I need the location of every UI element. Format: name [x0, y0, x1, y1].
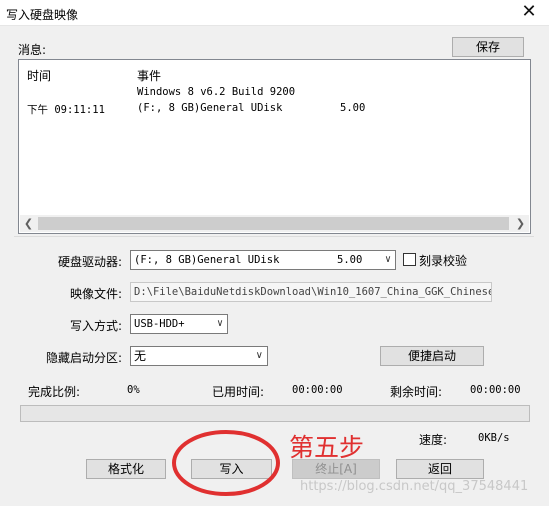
elapsed-label: 已用时间:	[212, 385, 265, 399]
remaining-value: 00:00:00	[470, 384, 521, 396]
method-select-value: USB-HDD+	[134, 318, 185, 330]
progress-bar	[20, 405, 530, 422]
message-log[interactable]: 时间 事件 Windows 8 v6.2 Build 9200 下午 09:11…	[18, 59, 531, 234]
elapsed-value: 00:00:00	[292, 384, 343, 396]
highlight-circle	[172, 430, 280, 496]
stop-button[interactable]: 终止[A]	[292, 459, 380, 479]
scroll-right-icon[interactable]: ❯	[512, 215, 529, 232]
log-header-event: 事件	[137, 69, 162, 83]
complete-value: 0%	[127, 384, 140, 396]
chevron-down-icon: ∨	[255, 350, 263, 361]
verify-label: 刻录校验	[419, 254, 468, 268]
verify-checkbox[interactable]	[403, 253, 416, 266]
log-row-time: 下午 09:11:11	[27, 104, 105, 116]
speed-value: 0KB/s	[478, 432, 510, 444]
complete-label: 完成比例:	[28, 385, 81, 399]
scrollbar-thumb[interactable]	[38, 217, 509, 230]
close-icon[interactable]: ✕	[519, 2, 539, 22]
window-title: 写入硬盘映像	[6, 8, 79, 22]
chevron-down-icon: ∨	[384, 254, 391, 265]
format-button[interactable]: 格式化	[86, 459, 166, 479]
message-label: 消息:	[18, 43, 47, 57]
horizontal-scrollbar[interactable]: ❮ ❯	[20, 215, 529, 232]
hidden-partition-select[interactable]: 无 ∨	[130, 346, 268, 366]
drive-select[interactable]: (F:, 8 GB)General UDisk 5.00 ∨	[130, 250, 396, 270]
remaining-label: 剩余时间:	[390, 385, 443, 399]
drive-select-size: 5.00	[337, 254, 363, 266]
image-file-field[interactable]: D:\File\BaiduNetdiskDownload\Win10_1607_…	[130, 282, 492, 302]
save-button[interactable]: 保存	[452, 37, 524, 57]
method-select[interactable]: USB-HDD+ ∨	[130, 314, 228, 334]
quick-boot-button[interactable]: 便捷启动	[380, 346, 484, 366]
chevron-down-icon: ∨	[216, 318, 223, 329]
hidden-partition-value: 无	[134, 349, 147, 363]
drive-label: 硬盘驱动器:	[58, 255, 123, 269]
speed-label: 速度:	[419, 433, 448, 447]
watermark-text: https://blog.csdn.net/qq_37548441	[300, 479, 529, 494]
log-row-value: 5.00	[340, 102, 366, 114]
image-label: 映像文件:	[70, 287, 123, 301]
drive-select-value: (F:, 8 GB)General UDisk	[134, 254, 280, 266]
log-row-event: (F:, 8 GB)General UDisk	[137, 102, 283, 114]
highlight-ellipse	[172, 430, 280, 496]
hidden-partition-label: 隐藏启动分区:	[46, 351, 123, 365]
log-header-time: 时间	[27, 69, 52, 83]
method-label: 写入方式:	[70, 319, 123, 333]
window-titlebar: 写入硬盘映像 ✕	[0, 0, 549, 26]
back-button[interactable]: 返回	[396, 459, 484, 479]
scroll-left-icon[interactable]: ❮	[20, 215, 37, 232]
log-row-event: Windows 8 v6.2 Build 9200	[137, 86, 296, 98]
